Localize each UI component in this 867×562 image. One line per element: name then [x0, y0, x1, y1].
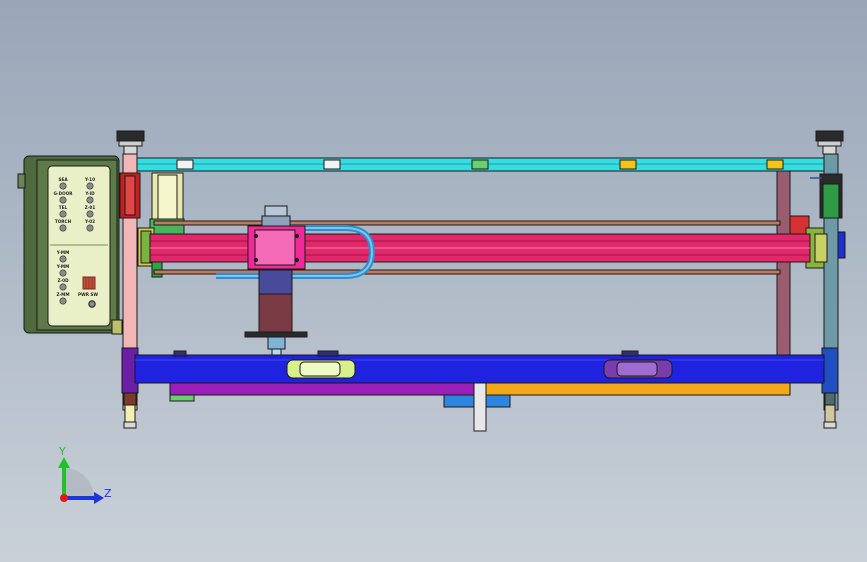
top-rail-bolt: [619, 159, 637, 170]
panel-button[interactable]: [59, 224, 67, 232]
left-post[interactable]: [119, 153, 141, 429]
panel-button-label: TEL: [59, 205, 68, 210]
top-rail-bolt: [766, 159, 784, 170]
panel-button-label: G-DOOR: [54, 191, 74, 196]
panel-button-label: Y-02: [84, 219, 95, 224]
panel-button[interactable]: [59, 283, 67, 291]
panel-note-label: PWR SW: [78, 292, 98, 297]
panel-button[interactable]: [86, 224, 94, 232]
panel-button[interactable]: [86, 196, 94, 204]
lower-rail-right[interactable]: [485, 382, 791, 396]
panel-button[interactable]: [59, 182, 67, 190]
top-rail-bolt: [471, 159, 489, 170]
z-axis-label: Z: [104, 487, 112, 500]
panel-button[interactable]: [59, 196, 67, 204]
top-rail-bolt: [176, 159, 194, 170]
panel-button[interactable]: [59, 210, 67, 218]
panel-button-label: TORCH: [55, 219, 72, 224]
panel-button-label: Y-MM: [56, 264, 70, 269]
top-rail[interactable]: [132, 157, 830, 172]
panel-button[interactable]: [86, 182, 94, 190]
upper-guide-rod: [153, 220, 781, 226]
panel-button-label: Z-0D: [57, 278, 69, 283]
panel-button[interactable]: [59, 297, 67, 305]
cad-viewport[interactable]: SEA Y-10 G-DOOR Y-ID TEL Z-01 TORCH Y-02 Y-MM Y-…: [0, 0, 867, 562]
panel-button-label: Y-10: [84, 177, 95, 182]
panel-button-label: Y-MM: [56, 250, 70, 255]
right-inner-strut: [776, 170, 791, 358]
panel-button-label: Y-ID: [84, 191, 95, 196]
left-linear-bearing[interactable]: [286, 359, 356, 379]
panel-button-label: Z-01: [85, 205, 96, 210]
panel-button-lower-right[interactable]: [88, 300, 96, 308]
panel-button-label: Z-MM: [56, 292, 69, 297]
panel-button[interactable]: [59, 255, 67, 263]
y-axis-label: Y: [58, 445, 66, 458]
panel-button[interactable]: [86, 210, 94, 218]
right-linear-bearing[interactable]: [603, 359, 673, 379]
panel-button-label: SEA: [58, 177, 68, 182]
base-beam[interactable]: [134, 350, 825, 384]
lower-left-foot: [169, 394, 195, 402]
panel-face: [47, 165, 111, 327]
lower-rail-left[interactable]: [169, 382, 477, 396]
triad-origin-icon: [60, 494, 68, 502]
top-rail-bolt: [323, 159, 341, 170]
panel-button[interactable]: [59, 269, 67, 277]
control-panel[interactable]: SEA Y-10 G-DOOR Y-ID TEL Z-01 TORCH Y-02 Y-MM Y-…: [17, 155, 123, 335]
